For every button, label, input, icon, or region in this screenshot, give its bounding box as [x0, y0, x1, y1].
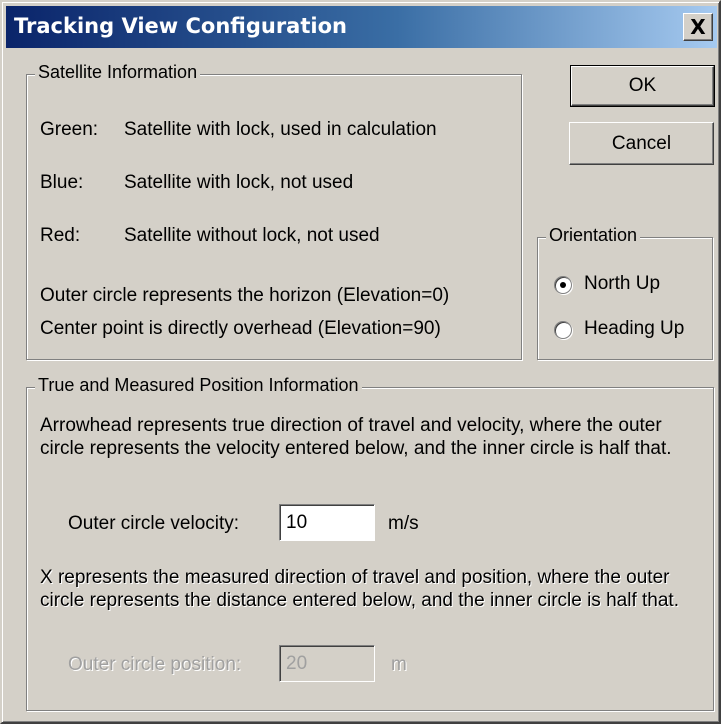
window-title: Tracking View Configuration — [14, 14, 347, 38]
ok-button[interactable]: OK — [570, 65, 715, 107]
orientation-group: Orientation — [537, 225, 713, 360]
center-point-note: Center point is directly overhead (Eleva… — [40, 318, 441, 339]
group-title: True and Measured Position Information — [35, 375, 362, 396]
close-button[interactable]: X — [683, 13, 713, 41]
velocity-label: Outer circle velocity: — [68, 513, 240, 534]
group-title: Satellite Information — [35, 62, 201, 83]
position-label: Outer circle position: — [68, 654, 242, 675]
legend-label-blue: Blue: — [40, 172, 84, 193]
title-bar[interactable]: Tracking View Configuration X — [6, 6, 717, 48]
position-input[interactable] — [279, 645, 375, 682]
legend-label-green: Green: — [40, 119, 99, 140]
velocity-input[interactable] — [279, 504, 375, 541]
legend-text-blue: Satellite with lock, not used — [124, 172, 354, 193]
velocity-unit: m/s — [388, 513, 419, 534]
x-description: X represents the measured direction of t… — [40, 567, 679, 611]
cancel-button[interactable]: Cancel — [569, 122, 714, 165]
legend-text-red: Satellite without lock, not used — [124, 225, 380, 246]
radio-button[interactable] — [554, 276, 572, 294]
radio-button[interactable] — [554, 321, 572, 339]
legend-label-red: Red: — [40, 225, 81, 246]
position-unit: m — [391, 654, 407, 675]
arrowhead-description: Arrowhead represents true direction of t… — [40, 415, 672, 459]
group-title: Orientation — [546, 225, 641, 246]
radio-selected-dot — [560, 282, 566, 288]
radio-label-north-up[interactable]: North Up — [584, 273, 660, 295]
radio-label-heading-up[interactable]: Heading Up — [584, 318, 684, 340]
dialog-window: Tracking View Configuration X Satellite … — [0, 0, 721, 724]
legend-text-green: Satellite with lock, used in calculation — [124, 119, 437, 140]
outer-circle-note: Outer circle represents the horizon (Ele… — [40, 285, 450, 306]
